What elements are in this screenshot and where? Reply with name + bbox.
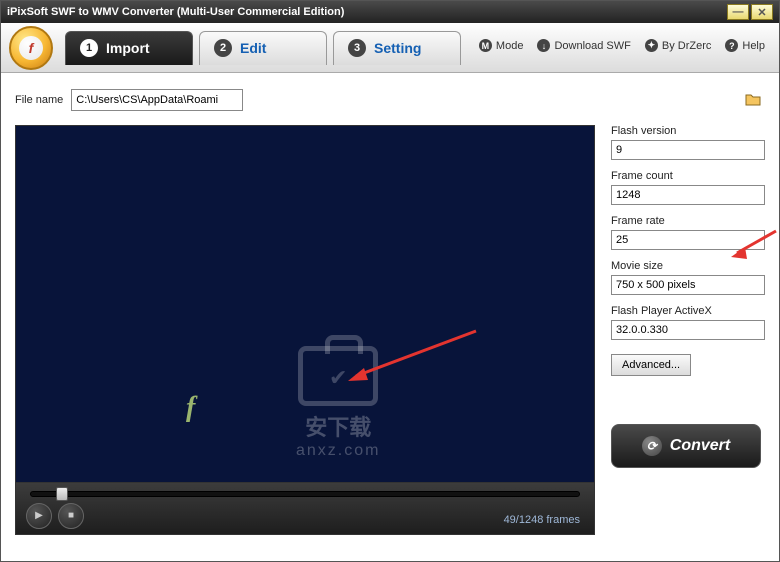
flash-preview: f 安下载 anxz.com (15, 125, 595, 483)
app-logo: f (9, 26, 53, 70)
seek-slider[interactable] (30, 491, 580, 497)
flash-version-input[interactable] (611, 140, 765, 160)
convert-label: Convert (670, 437, 730, 455)
help-icon: ? (725, 39, 738, 52)
tab-edit[interactable]: 2 Edit (199, 31, 327, 65)
tab-number: 2 (214, 39, 232, 57)
minimize-button[interactable]: — (727, 4, 749, 20)
field-frame-count: Frame count (611, 170, 765, 205)
playback-controls: ▶ ■ 49/1248 frames (15, 483, 595, 535)
field-activex: Flash Player ActiveX (611, 305, 765, 340)
download-swf-link[interactable]: ↓Download SWF (537, 39, 630, 52)
field-movie-size: Movie size (611, 260, 765, 295)
movie-size-label: Movie size (611, 260, 765, 272)
tab-number: 3 (348, 39, 366, 57)
file-name-input[interactable] (71, 89, 243, 111)
flash-version-label: Flash version (611, 125, 765, 137)
app-window: iPixSoft SWF to WMV Converter (Multi-Use… (0, 0, 780, 562)
mode-link[interactable]: MMode (479, 39, 524, 52)
main: f 安下载 anxz.com ▶ ■ 49/1248 frames (15, 125, 765, 535)
header: f 1 Import 2 Edit 3 Setting MMode ↓Downl… (1, 23, 779, 73)
mode-icon: M (479, 39, 492, 52)
movie-size-input[interactable] (611, 275, 765, 295)
tab-label: Edit (240, 40, 266, 56)
seek-thumb[interactable] (56, 487, 68, 501)
window-title: iPixSoft SWF to WMV Converter (Multi-Use… (7, 6, 725, 18)
stop-button[interactable]: ■ (58, 503, 84, 529)
convert-button[interactable]: ⟳ Convert (611, 424, 761, 468)
help-link[interactable]: ?Help (725, 39, 765, 52)
menu-links: MMode ↓Download SWF ✦By DrZerc ?Help (479, 39, 765, 52)
frame-rate-label: Frame rate (611, 215, 765, 227)
activex-label: Flash Player ActiveX (611, 305, 765, 317)
flash-f-icon: f (186, 392, 195, 424)
tab-import[interactable]: 1 Import (65, 31, 193, 65)
tab-label: Setting (374, 40, 421, 56)
close-button[interactable]: ✕ (751, 4, 773, 20)
watermark: 安下载 anxz.com (296, 346, 380, 460)
play-button[interactable]: ▶ (26, 503, 52, 529)
tab-label: Import (106, 40, 150, 56)
tabs: 1 Import 2 Edit 3 Setting (65, 31, 461, 65)
titlebar: iPixSoft SWF to WMV Converter (Multi-Use… (1, 1, 779, 23)
tab-setting[interactable]: 3 Setting (333, 31, 461, 65)
by-author-link[interactable]: ✦By DrZerc (645, 39, 712, 52)
activex-input[interactable] (611, 320, 765, 340)
preview-column: f 安下载 anxz.com ▶ ■ 49/1248 frames (15, 125, 595, 535)
file-name-label: File name (15, 94, 63, 106)
convert-icon: ⟳ (642, 436, 662, 456)
frame-counter: 49/1248 frames (504, 514, 580, 526)
tab-number: 1 (80, 39, 98, 57)
advanced-button[interactable]: Advanced... (611, 354, 691, 376)
author-icon: ✦ (645, 39, 658, 52)
field-flash-version: Flash version (611, 125, 765, 160)
field-frame-rate: Frame rate (611, 215, 765, 250)
info-column: Flash version Frame count Frame rate Mov… (611, 125, 765, 535)
frame-count-input[interactable] (611, 185, 765, 205)
file-row: File name (15, 89, 765, 111)
download-icon: ↓ (537, 39, 550, 52)
body: File name f 安下载 anxz.com (1, 73, 779, 547)
flash-icon: f (19, 36, 43, 60)
frame-rate-input[interactable] (611, 230, 765, 250)
frame-count-label: Frame count (611, 170, 765, 182)
browse-icon[interactable] (745, 92, 761, 106)
